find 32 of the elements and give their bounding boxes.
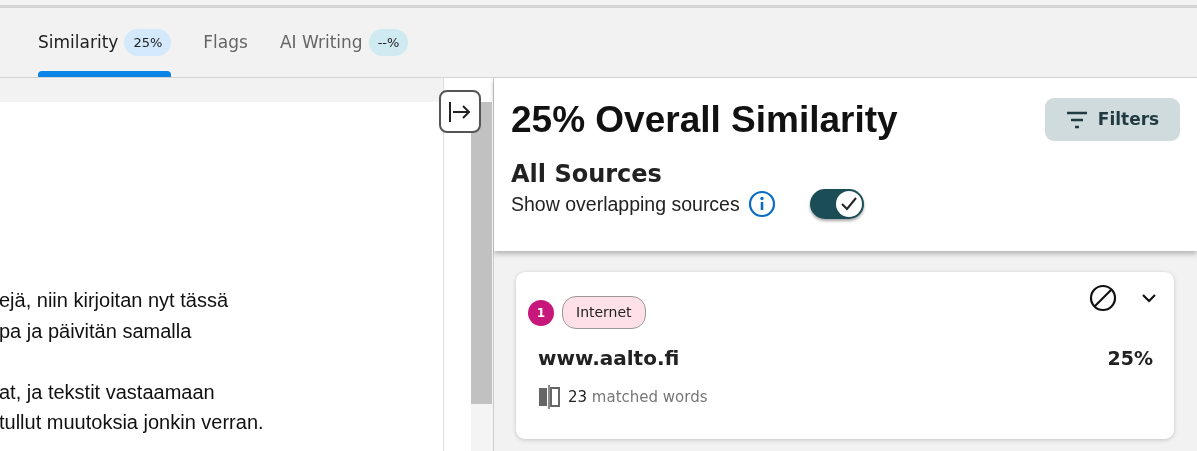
block-icon — [1089, 284, 1117, 312]
source-percent: 25% — [1107, 345, 1153, 371]
matched-words-text: 23 matched words — [568, 386, 708, 408]
toggle-switch[interactable] — [809, 189, 864, 220]
source-name: www.aalto.fi — [538, 345, 680, 372]
collapse-panel-button[interactable] — [439, 90, 481, 133]
percent-badge: --% — [368, 28, 409, 57]
scrollbar-track[interactable] — [471, 102, 493, 451]
document-text-line: ejä, niin kirjoitan nyt tässä — [0, 288, 229, 313]
tab[interactable]: AI Writing --% — [279, 8, 409, 77]
exclude-button[interactable] — [1089, 284, 1117, 312]
source-number-badge: 1 — [528, 299, 554, 326]
info-icon[interactable] — [747, 190, 776, 219]
tab[interactable]: Flags — [203, 8, 248, 77]
chevron-down-icon — [1141, 293, 1157, 303]
percent-badge: 25% — [124, 28, 172, 57]
scrollbar-thumb[interactable] — [471, 102, 492, 404]
compare-icon — [538, 385, 560, 409]
document-text-line: pa ja päivitän samalla — [0, 318, 193, 344]
document-text-line: at, ja tekstit vastaamaan — [0, 379, 216, 405]
tab[interactable]: Similarity 25% — [38, 8, 172, 77]
check-icon — [840, 197, 857, 212]
section-title: All Sources — [511, 160, 663, 190]
source-card[interactable]: 1 Internet www.aalto.fi 25% 23 matched words — [516, 272, 1174, 439]
toggle-label: Show overlapping sources — [511, 191, 740, 217]
expand-button[interactable] — [1141, 293, 1157, 303]
filter-icon — [1065, 110, 1088, 129]
source-type-tag: Internet — [562, 296, 646, 329]
filters-button[interactable]: Filters — [1045, 98, 1180, 141]
document-text-line: tullut muutoksia jonkin verran. — [0, 410, 265, 435]
arrow-to-bar-icon — [448, 100, 472, 123]
panel-title: 25% Overall Similarity — [511, 98, 898, 142]
